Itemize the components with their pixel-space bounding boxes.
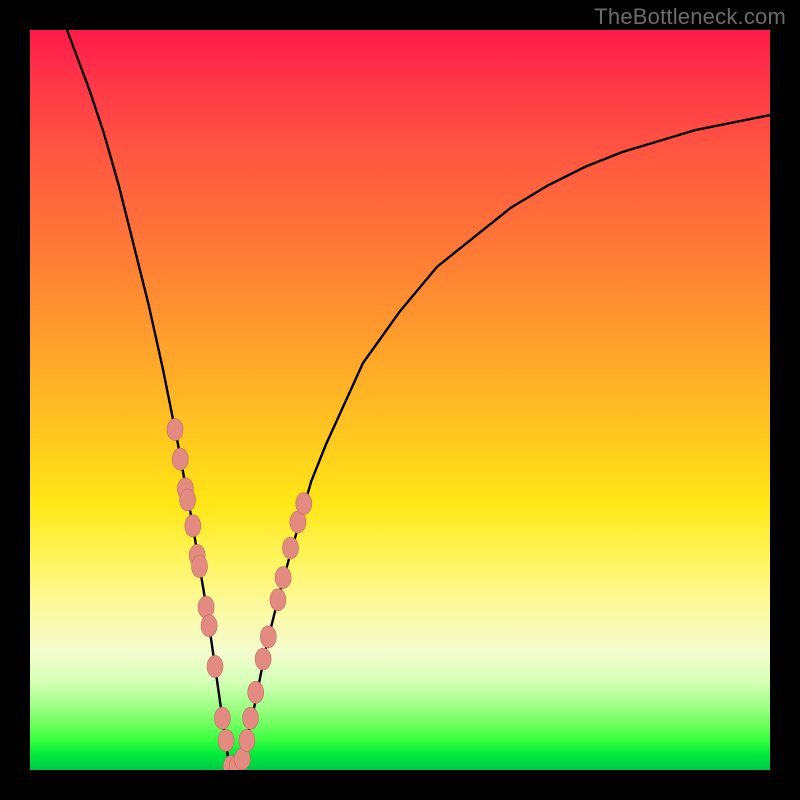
marker-point	[270, 589, 286, 611]
marker-point	[218, 729, 234, 751]
bottleneck-curve	[67, 30, 770, 770]
marker-point	[260, 626, 276, 648]
marker-point	[214, 707, 230, 729]
curve-layer	[30, 30, 770, 770]
marker-point	[201, 615, 217, 637]
marker-point	[239, 729, 255, 751]
chart-frame: TheBottleneck.com	[0, 0, 800, 800]
plot-area	[30, 30, 770, 770]
marker-point	[167, 419, 183, 441]
marker-group	[167, 419, 312, 770]
marker-point	[192, 556, 208, 578]
marker-point	[243, 707, 259, 729]
marker-point	[283, 537, 299, 559]
marker-point	[275, 567, 291, 589]
marker-point	[198, 596, 214, 618]
marker-point	[172, 448, 188, 470]
watermark-text: TheBottleneck.com	[594, 4, 786, 30]
marker-point	[248, 681, 264, 703]
marker-point	[185, 515, 201, 537]
marker-point	[207, 655, 223, 677]
marker-point	[255, 648, 271, 670]
marker-point	[296, 493, 312, 515]
marker-point	[180, 489, 196, 511]
